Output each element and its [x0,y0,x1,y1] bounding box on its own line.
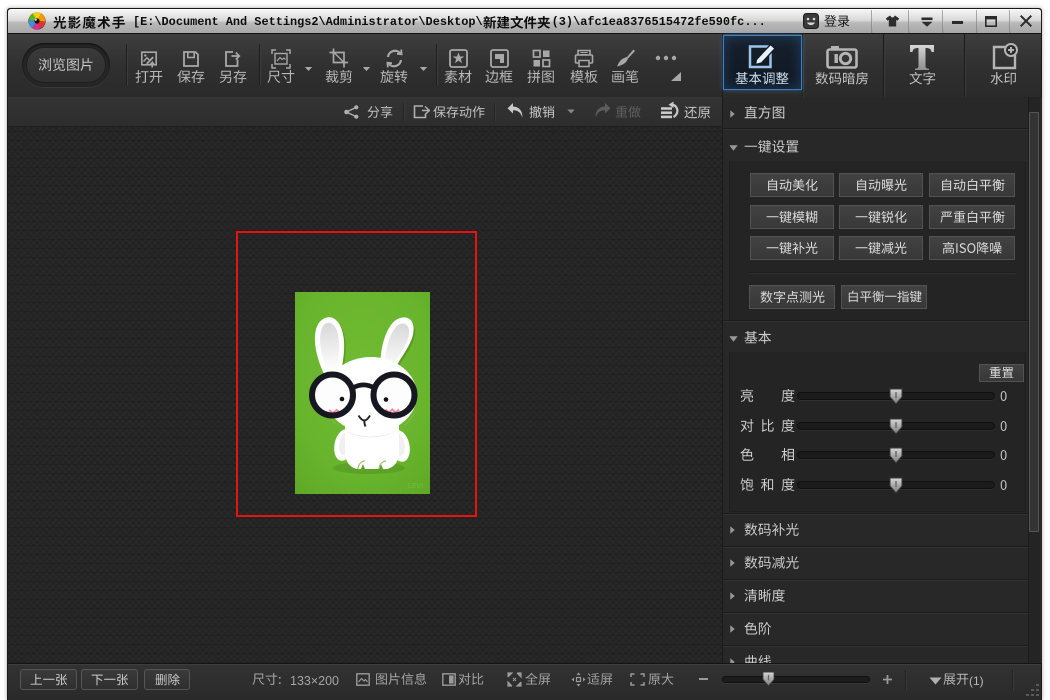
svg-text:LEVI: LEVI [408,483,423,490]
